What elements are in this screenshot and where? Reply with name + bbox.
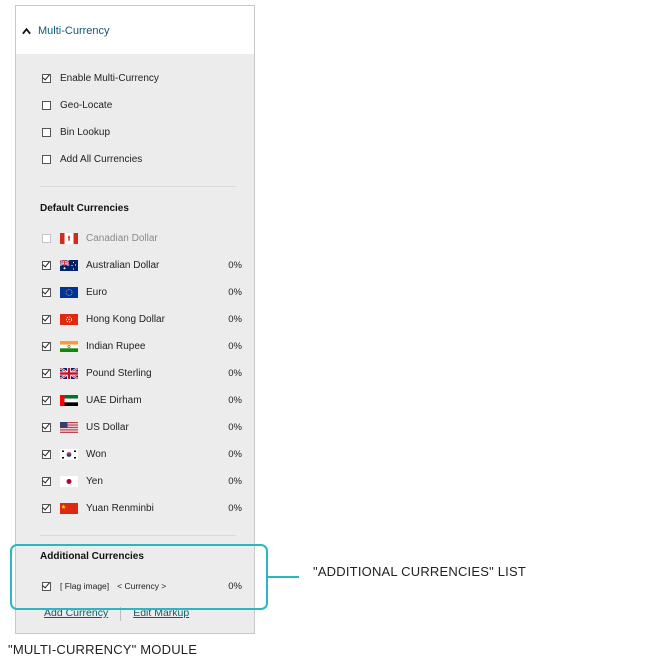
currency-row-uae-dirham[interactable]: UAE Dirham 0% xyxy=(42,393,242,407)
currency-row-us-dollar[interactable]: US Dollar 0% xyxy=(42,420,242,434)
checkbox[interactable] xyxy=(42,341,51,351)
currency-percent: 0% xyxy=(228,313,242,325)
us-flag-icon xyxy=(60,421,78,433)
currency-row-australian-dollar[interactable]: Australian Dollar 0% xyxy=(42,258,242,272)
option-label: Enable Multi-Currency xyxy=(60,72,159,84)
panel-header[interactable]: Multi-Currency xyxy=(16,6,254,54)
module-caption: "MULTI-CURRENCY" MODULE xyxy=(8,642,198,657)
checkbox[interactable] xyxy=(42,73,51,83)
currency-percent: 0% xyxy=(228,421,242,433)
divider xyxy=(40,535,236,536)
checkbox[interactable] xyxy=(42,260,51,270)
option-label: Bin Lookup xyxy=(60,126,111,138)
currency-percent: 0% xyxy=(228,394,242,406)
currency-name: Pound Sterling xyxy=(86,367,152,379)
currency-percent: 0% xyxy=(228,259,242,271)
checkbox[interactable] xyxy=(42,154,51,164)
option-label: Geo-Locate xyxy=(60,99,113,111)
currency-row-yuan-renminbi[interactable]: Yuan Renminbi 0% xyxy=(42,501,242,515)
currency-name: Won xyxy=(86,448,107,460)
currency-row-euro[interactable]: Euro 0% xyxy=(42,285,242,299)
korea-flag-icon xyxy=(60,448,78,460)
checkbox[interactable] xyxy=(42,368,51,378)
china-flag-icon xyxy=(60,502,78,514)
currency-name: US Dollar xyxy=(86,421,129,433)
currency-percent: 0% xyxy=(228,475,242,487)
hong-kong-flag-icon xyxy=(60,313,78,325)
checkbox[interactable] xyxy=(42,449,51,459)
checkbox[interactable] xyxy=(42,287,51,297)
eu-flag-icon xyxy=(60,286,78,298)
currency-name: Yuan Renminbi xyxy=(86,502,154,514)
currency-percent: 0% xyxy=(228,502,242,514)
checkbox[interactable] xyxy=(42,100,51,110)
canada-flag-icon xyxy=(60,232,78,244)
callout-connector xyxy=(268,576,299,578)
currency-row-canadian-dollar: Canadian Dollar xyxy=(42,231,242,245)
checkbox[interactable] xyxy=(42,503,51,513)
currency-row-hong-kong-dollar[interactable]: Hong Kong Dollar 0% xyxy=(42,312,242,326)
currency-percent: 0% xyxy=(228,448,242,460)
currency-name: Yen xyxy=(86,475,103,487)
checkbox[interactable] xyxy=(42,127,51,137)
currency-row-indian-rupee[interactable]: Indian Rupee 0% xyxy=(42,339,242,353)
currency-percent: 0% xyxy=(228,286,242,298)
currency-row-won[interactable]: Won 0% xyxy=(42,447,242,461)
checkbox[interactable] xyxy=(42,422,51,432)
currency-name: Canadian Dollar xyxy=(86,232,158,244)
currency-name: UAE Dirham xyxy=(86,394,142,406)
multi-currency-panel: Multi-Currency Enable Multi-Currency Geo… xyxy=(15,5,255,634)
chevron-up-icon[interactable] xyxy=(22,27,31,35)
currency-name: Euro xyxy=(86,286,108,298)
checkbox[interactable] xyxy=(42,395,51,405)
uk-flag-icon xyxy=(60,367,78,379)
additional-currencies-highlight xyxy=(10,544,268,610)
callout-label: "ADDITIONAL CURRENCIES" LIST xyxy=(313,564,526,579)
divider xyxy=(40,186,236,187)
option-label: Add All Currencies xyxy=(60,153,143,165)
australia-flag-icon xyxy=(60,259,78,271)
india-flag-icon xyxy=(60,340,78,352)
currency-percent: 0% xyxy=(228,340,242,352)
checkbox[interactable] xyxy=(42,314,51,324)
checkbox xyxy=(42,233,51,243)
default-currencies-title: Default Currencies xyxy=(40,203,129,214)
option-add-all-currencies[interactable]: Add All Currencies xyxy=(42,152,142,166)
currency-name: Hong Kong Dollar xyxy=(86,313,165,325)
checkbox[interactable] xyxy=(42,476,51,486)
option-bin-lookup[interactable]: Bin Lookup xyxy=(42,125,110,139)
currency-percent: 0% xyxy=(228,367,242,379)
option-enable-multi-currency[interactable]: Enable Multi-Currency xyxy=(42,71,159,85)
currency-name: Indian Rupee xyxy=(86,340,146,352)
uae-flag-icon xyxy=(60,394,78,406)
currency-row-yen[interactable]: Yen 0% xyxy=(42,474,242,488)
currency-name: Australian Dollar xyxy=(86,259,160,271)
japan-flag-icon xyxy=(60,475,78,487)
option-geo-locate[interactable]: Geo-Locate xyxy=(42,98,112,112)
panel-title: Multi-Currency xyxy=(38,25,110,37)
currency-row-pound-sterling[interactable]: Pound Sterling 0% xyxy=(42,366,242,380)
